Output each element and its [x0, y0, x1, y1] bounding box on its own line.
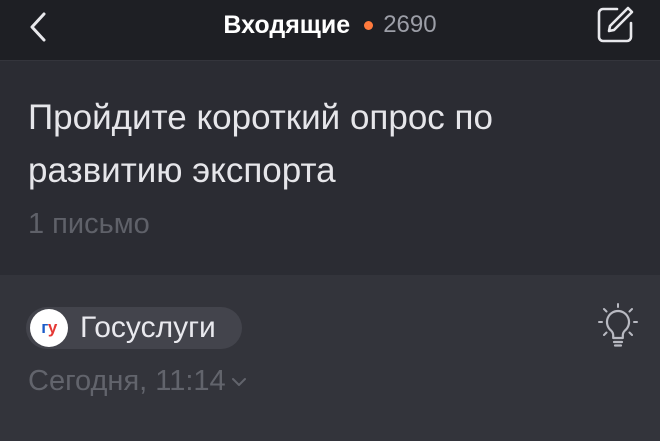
- page-title: Входящие: [223, 10, 351, 39]
- unread-count: 2690: [383, 11, 437, 38]
- message-count: 1 письмо: [28, 208, 150, 240]
- compose-button[interactable]: [594, 4, 636, 46]
- thread-subject: Пройдите короткий опрос по развитию эксп…: [28, 98, 493, 190]
- message-card: гу Госуслуги Сегодня, 11:14: [0, 275, 660, 441]
- top-navigation-bar: Входящие 2690: [0, 0, 660, 61]
- nav-title-group: Входящие 2690: [0, 8, 660, 42]
- avatar-letter-u: у: [47, 318, 57, 337]
- sender-avatar: гу: [30, 309, 68, 347]
- unread-dot-icon: [364, 20, 374, 30]
- sender-chip[interactable]: гу Госуслуги: [26, 307, 242, 349]
- message-date[interactable]: Сегодня, 11:14: [28, 365, 248, 398]
- sender-name: Госуслуги: [80, 311, 216, 344]
- message-date-text: Сегодня, 11:14: [28, 365, 226, 397]
- compose-icon: [597, 6, 634, 43]
- avatar-letter-g: г: [41, 318, 48, 337]
- lightbulb-icon[interactable]: [598, 303, 638, 349]
- chevron-down-icon: [231, 377, 246, 386]
- thread-header: Пройдите короткий опрос по развитию эксп…: [0, 61, 660, 275]
